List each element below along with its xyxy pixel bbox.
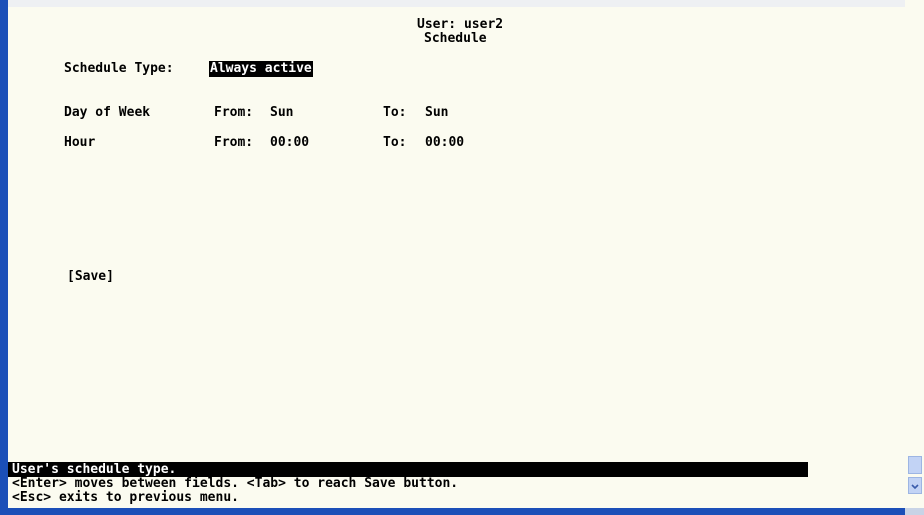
hour-to-label: To: bbox=[383, 135, 407, 150]
day-to-field[interactable]: Sun bbox=[425, 105, 448, 121]
page-title: Schedule bbox=[424, 31, 487, 46]
window-bottom-corner bbox=[905, 508, 924, 515]
terminal-screen[interactable]: User: user2 Schedule Schedule Type: Alwa… bbox=[8, 7, 905, 508]
chevron-down-icon bbox=[911, 477, 919, 495]
status-bar: User's schedule type. bbox=[8, 462, 808, 477]
hour-from-label: From: bbox=[214, 135, 254, 150]
day-from-label: From: bbox=[214, 105, 254, 120]
hour-to-field[interactable]: 00:00 bbox=[425, 135, 464, 151]
hour-label: Hour bbox=[64, 135, 96, 150]
schedule-type-label: Schedule Type: bbox=[64, 61, 174, 76]
field-description: User's schedule type. bbox=[12, 462, 177, 477]
hour-from-field[interactable]: 00:00 bbox=[270, 135, 309, 151]
day-to-label: To: bbox=[383, 105, 407, 120]
window-top-strip bbox=[8, 0, 924, 7]
schedule-type-field[interactable]: Always active bbox=[209, 61, 313, 77]
window-bottom-border bbox=[0, 508, 905, 515]
terminal-window: User: user2 Schedule Schedule Type: Alwa… bbox=[0, 0, 924, 515]
scrollbar-thumb[interactable] bbox=[908, 456, 922, 474]
window-left-border bbox=[0, 0, 8, 510]
vertical-scrollbar[interactable] bbox=[905, 0, 924, 508]
scroll-down-button[interactable] bbox=[908, 477, 922, 494]
day-of-week-label: Day of Week bbox=[64, 105, 151, 120]
save-button[interactable]: [Save] bbox=[67, 269, 114, 285]
day-from-field[interactable]: Sun bbox=[270, 105, 293, 121]
help-line-escape: <Esc> exits to previous menu. bbox=[12, 490, 239, 505]
